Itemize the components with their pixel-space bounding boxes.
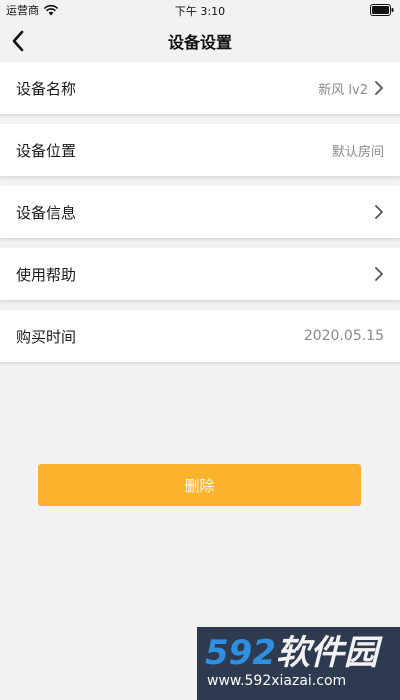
row-right: 新风 lv2 bbox=[318, 79, 384, 98]
watermark-logo: 592软件园 bbox=[205, 633, 378, 673]
chevron-left-icon bbox=[12, 30, 24, 52]
watermark: 592软件园 www.592xiazai.com bbox=[197, 627, 400, 700]
watermark-logo-number: 592 bbox=[205, 633, 276, 673]
row-label: 购买时间 bbox=[16, 327, 77, 346]
row-right bbox=[374, 204, 384, 220]
row-label: 设备名称 bbox=[16, 79, 77, 98]
purchase-time-row: 购买时间 2020.05.15 bbox=[0, 310, 400, 362]
watermark-url: www.592xiazai.com bbox=[207, 673, 347, 689]
row-value: 新风 lv2 bbox=[318, 82, 368, 98]
back-button[interactable] bbox=[6, 28, 30, 54]
device-name-row[interactable]: 设备名称 新风 lv2 bbox=[0, 62, 400, 114]
row-value: 默认房间 bbox=[331, 144, 384, 160]
status-left: 运营商 bbox=[6, 2, 59, 18]
row-right: 默认房间 bbox=[332, 141, 384, 160]
wifi-icon bbox=[43, 4, 59, 16]
device-info-row[interactable]: 设备信息 bbox=[0, 186, 400, 238]
chevron-right-icon bbox=[375, 81, 383, 95]
row-label: 设备信息 bbox=[16, 203, 77, 222]
row-right: 2020.05.15 bbox=[304, 328, 384, 344]
page-title: 设备设置 bbox=[167, 33, 232, 52]
status-bar: 运营商 下午 3:10 bbox=[0, 0, 400, 20]
device-location-row[interactable]: 设备位置 默认房间 bbox=[0, 124, 400, 176]
row-label: 设备位置 bbox=[16, 141, 77, 160]
status-time: 下午 3:10 bbox=[174, 5, 226, 18]
battery-icon bbox=[370, 4, 394, 16]
chevron-right-icon bbox=[375, 267, 383, 281]
row-right bbox=[374, 266, 384, 282]
carrier-label: 运营商 bbox=[6, 4, 39, 17]
purchase-date-value: 2020.05.15 bbox=[303, 328, 384, 344]
usage-help-row[interactable]: 使用帮助 bbox=[0, 248, 400, 300]
chevron-right-icon bbox=[375, 205, 383, 219]
watermark-logo-text: 软件园 bbox=[275, 633, 378, 673]
nav-bar: 设备设置 bbox=[0, 20, 400, 62]
delete-button[interactable]: 删除 bbox=[38, 464, 361, 506]
row-label: 使用帮助 bbox=[16, 265, 77, 284]
